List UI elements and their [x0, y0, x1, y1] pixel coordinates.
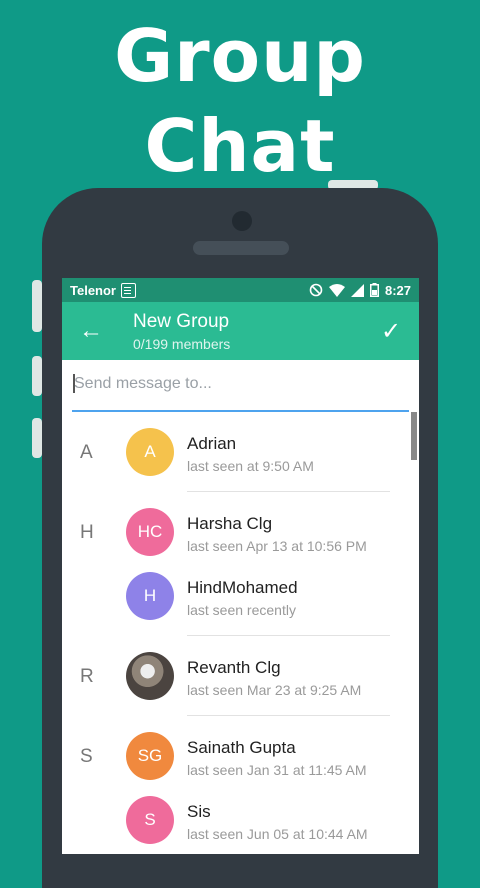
last-seen: last seen Jan 31 at 11:45 AM [187, 762, 367, 778]
section-letter: H [80, 522, 94, 543]
do-not-disturb-icon [309, 283, 323, 297]
signal-icon [350, 283, 364, 297]
avatar: A [126, 428, 174, 476]
last-seen: last seen at 9:50 AM [187, 458, 314, 474]
section-letter: S [80, 746, 93, 767]
promo-title-line2: Chat [144, 104, 336, 188]
page-title: New Group [133, 310, 230, 332]
phone-camera [232, 211, 252, 231]
avatar: HC [126, 508, 174, 556]
status-bar: Telenor 8:27 [62, 278, 419, 302]
clock: 8:27 [384, 282, 411, 298]
send-message-to-input[interactable] [72, 374, 412, 394]
avatar: S [126, 796, 174, 844]
last-seen: last seen Mar 23 at 9:25 AM [187, 682, 362, 698]
section-letter: A [80, 442, 93, 463]
section-letter: R [80, 666, 94, 687]
last-seen: last seen Apr 13 at 10:56 PM [187, 538, 367, 554]
contact-name: HindMohamed [187, 578, 298, 597]
last-seen: last seen Jun 05 at 10:44 AM [187, 826, 368, 842]
avatar: H [126, 572, 174, 620]
contact-row[interactable]: S Sis last seen Jun 05 at 10:44 AM [62, 780, 412, 854]
member-count: 0/199 members [133, 335, 231, 352]
contact-row[interactable]: A A Adrian last seen at 9:50 AM [62, 412, 412, 492]
app-bar: ← New Group 0/199 members ✓ [62, 302, 419, 360]
search-bar [62, 360, 419, 412]
wifi-icon [328, 283, 345, 297]
contact-name: Harsha Clg [187, 514, 273, 533]
notification-icon [121, 282, 136, 298]
phone-side-button [32, 356, 42, 396]
phone-side-button [32, 418, 42, 458]
contact-row[interactable]: H HindMohamed last seen recently [62, 556, 412, 636]
last-seen: last seen recently [187, 602, 296, 618]
carrier-name: Telenor [70, 282, 116, 298]
phone-side-button [32, 280, 42, 332]
back-arrow-icon[interactable]: ← [62, 317, 120, 345]
promo-title-line1: Group [114, 14, 366, 98]
contact-name: Adrian [187, 434, 237, 453]
confirm-check-icon[interactable]: ✓ [363, 317, 419, 346]
text-cursor [73, 374, 75, 393]
contact-list[interactable]: A A Adrian last seen at 9:50 AM H HC Har… [62, 412, 419, 854]
contact-name: Sainath Gupta [187, 738, 296, 757]
avatar-photo [126, 652, 174, 700]
battery-icon [369, 283, 379, 297]
phone-screen: Telenor 8:27 ← New Group 0/199 members ✓… [62, 278, 419, 854]
phone-speaker [193, 241, 289, 255]
contact-name: Sis [187, 802, 211, 821]
contact-row[interactable]: R Revanth Clg last seen Mar 23 at 9:25 A… [62, 636, 412, 716]
avatar: SG [126, 732, 174, 780]
contact-name: Revanth Clg [187, 658, 281, 677]
